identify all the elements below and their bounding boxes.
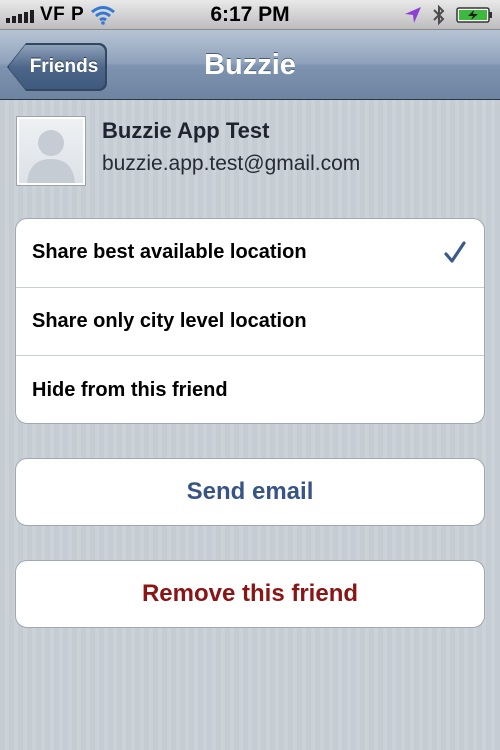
back-button[interactable]: Friends [8, 44, 106, 90]
friend-name: Buzzie App Test [102, 118, 270, 143]
option-hide-from-friend[interactable]: Hide from this friend [16, 356, 484, 423]
option-share-best-location[interactable]: Share best available location [16, 219, 484, 288]
status-right [404, 0, 494, 30]
checkmark-icon [444, 241, 466, 263]
option-label: Hide from this friend [32, 378, 228, 401]
option-share-city-location[interactable]: Share only city level location [16, 288, 484, 357]
location-arrow-icon [405, 7, 421, 23]
location-options-group: Share best available location Share only… [15, 218, 485, 424]
battery-charging-icon [456, 7, 492, 23]
avatar [16, 116, 86, 186]
option-label: Share only city level location [32, 309, 307, 332]
send-email-button[interactable]: Send email [15, 458, 485, 526]
default-avatar-icon [27, 130, 75, 183]
status-bar: VF P 6:17 PM [0, 0, 500, 30]
friend-email: buzzie.app.test@gmail.com [102, 152, 361, 175]
remove-friend-button[interactable]: Remove this friend [15, 560, 485, 628]
option-label: Share best available location [32, 241, 307, 264]
bluetooth-icon [433, 4, 445, 26]
page-title: Buzzie [204, 49, 296, 81]
